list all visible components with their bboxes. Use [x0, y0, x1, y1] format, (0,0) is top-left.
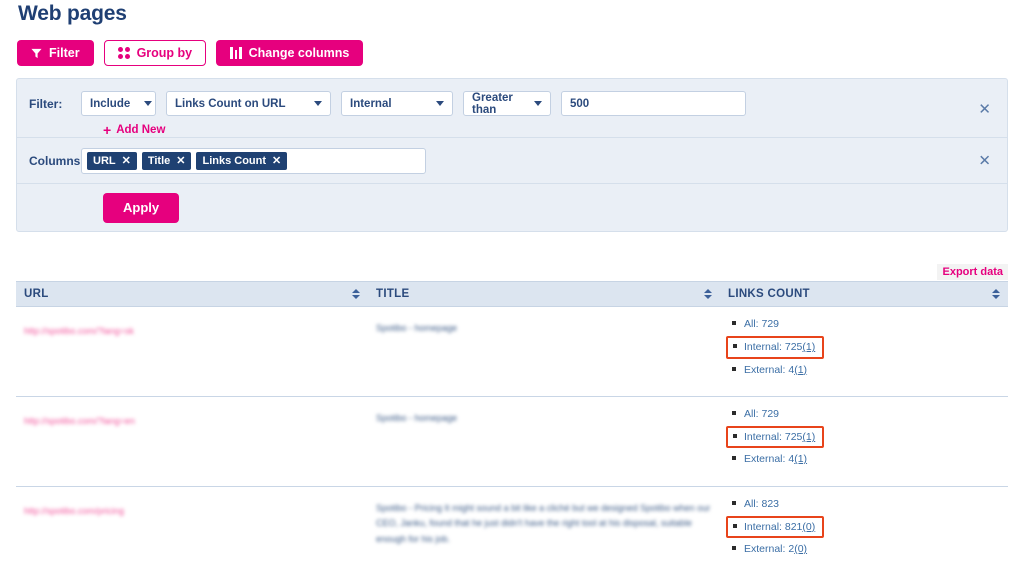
- chevron-down-icon: [314, 101, 322, 106]
- url-link[interactable]: http://spotibo.com/?lang=sk: [24, 325, 134, 339]
- links-internal-highlighted: Internal: 725(1): [726, 426, 825, 449]
- cell-links-count: All: 729 Internal: 725(1) External: 4(1): [720, 397, 1008, 486]
- links-all: All: 729: [728, 406, 1000, 422]
- change-columns-button[interactable]: Change columns: [216, 40, 364, 66]
- apply-button[interactable]: Apply: [103, 192, 180, 223]
- links-external: External: 4(1): [728, 362, 1000, 378]
- title-text: Spotibo - Pricing It might sound a bit l…: [376, 502, 711, 545]
- cell-url: http://spotibo.com/?lang=sk: [16, 307, 368, 396]
- url-link[interactable]: http://spotibo.com/pricing: [24, 505, 124, 519]
- filter-button-label: Filter: [49, 46, 80, 60]
- export-data-button[interactable]: Export data: [937, 264, 1008, 280]
- links-count-list: All: 729 Internal: 725(1) External: 4(1): [726, 406, 1000, 468]
- links-internal-highlighted: Internal: 821(0): [726, 515, 825, 539]
- column-header-links-count[interactable]: LINKS COUNT: [720, 282, 1008, 306]
- group-by-button[interactable]: Group by: [103, 40, 207, 66]
- filter-select-include[interactable]: Include: [81, 91, 156, 116]
- filter-section: Filter: Include Links Count on URL Inter…: [17, 79, 1007, 137]
- filter-row-label: Filter:: [29, 96, 63, 111]
- chevron-down-icon: [436, 101, 444, 106]
- links-count-list: All: 823 Internal: 821(0) External: 2(0): [726, 496, 1000, 558]
- filter-select-metric[interactable]: Links Count on URL: [166, 91, 331, 116]
- column-header-url[interactable]: URL: [16, 282, 368, 306]
- table-row: http://spotibo.com/?lang=en Spotibo - ho…: [16, 397, 1008, 487]
- filter-button[interactable]: Filter: [17, 40, 94, 66]
- remove-chip-icon[interactable]: ✕: [272, 154, 281, 167]
- chevron-down-icon: [144, 101, 153, 106]
- cell-title: Spotibo - homepage: [368, 397, 720, 486]
- grid-dots-icon: [117, 47, 130, 59]
- links-external: External: 4(1): [728, 451, 1000, 467]
- columns-row-label: Columns:: [29, 153, 85, 168]
- remove-chip-icon[interactable]: ✕: [122, 154, 131, 167]
- toolbar: Filter Group by Change columns: [17, 40, 364, 66]
- filter-panel: Filter: Include Links Count on URL Inter…: [16, 78, 1008, 232]
- columns-chip-input[interactable]: URL ✕ Title ✕ Links Count ✕: [81, 147, 426, 174]
- columns-section: Columns: URL ✕ Title ✕ Links Count ✕ ✕: [17, 137, 1007, 183]
- column-chip-url[interactable]: URL ✕: [87, 151, 137, 170]
- cell-url: http://spotibo.com/pricing: [16, 487, 368, 575]
- add-new-filter-button[interactable]: + Add New: [103, 123, 165, 137]
- plus-icon: +: [103, 122, 112, 138]
- sort-icon[interactable]: [352, 289, 360, 299]
- filter-select-link-type[interactable]: Internal: [341, 91, 453, 116]
- filter-select-comparator[interactable]: Greater than: [463, 91, 551, 116]
- title-text: Spotibo - homepage: [376, 412, 458, 423]
- remove-filter-row-icon[interactable]: ✕: [978, 102, 991, 117]
- column-header-title[interactable]: TITLE: [368, 282, 720, 306]
- table-header-row: URL TITLE LINKS COUNT: [16, 281, 1008, 307]
- url-link[interactable]: http://spotibo.com/?lang=en: [24, 415, 135, 429]
- chevron-down-icon: [534, 101, 542, 106]
- links-external: External: 2(0): [728, 541, 1000, 557]
- column-chip-links-count[interactable]: Links Count ✕: [196, 151, 288, 170]
- title-text: Spotibo - homepage: [376, 323, 458, 333]
- remove-chip-icon[interactable]: ✕: [176, 154, 185, 167]
- links-all: All: 823: [728, 496, 1000, 512]
- column-chip-title[interactable]: Title ✕: [141, 151, 192, 170]
- cell-title: Spotibo - homepage: [368, 307, 720, 396]
- filter-value-input[interactable]: [561, 91, 746, 116]
- funnel-icon: [31, 48, 42, 59]
- page-title: Web pages: [18, 2, 127, 25]
- sort-icon[interactable]: [704, 289, 712, 299]
- table-row: http://spotibo.com/?lang=sk Spotibo - ho…: [16, 307, 1008, 397]
- links-count-list: All: 729 Internal: 725(1) External: 4(1): [726, 316, 1000, 378]
- cell-title: Spotibo - Pricing It might sound a bit l…: [368, 487, 720, 575]
- sort-icon[interactable]: [992, 289, 1000, 299]
- cell-url: http://spotibo.com/?lang=en: [16, 397, 368, 486]
- links-internal-highlighted: Internal: 725(1): [726, 336, 825, 359]
- columns-bars-icon: [230, 47, 242, 59]
- table-row: http://spotibo.com/pricing Spotibo - Pri…: [16, 487, 1008, 575]
- remove-columns-row-icon[interactable]: ✕: [978, 153, 991, 168]
- links-all: All: 729: [728, 316, 1000, 332]
- change-columns-button-label: Change columns: [248, 46, 350, 60]
- cell-links-count: All: 729 Internal: 725(1) External: 4(1): [720, 307, 1008, 396]
- apply-section: Apply: [17, 183, 1007, 231]
- group-by-button-label: Group by: [136, 46, 193, 60]
- results-table: URL TITLE LINKS COUNT http://spotibo.com…: [16, 281, 1008, 575]
- cell-links-count: All: 823 Internal: 821(0) External: 2(0): [720, 487, 1008, 575]
- add-new-filter-label: Add New: [116, 124, 166, 136]
